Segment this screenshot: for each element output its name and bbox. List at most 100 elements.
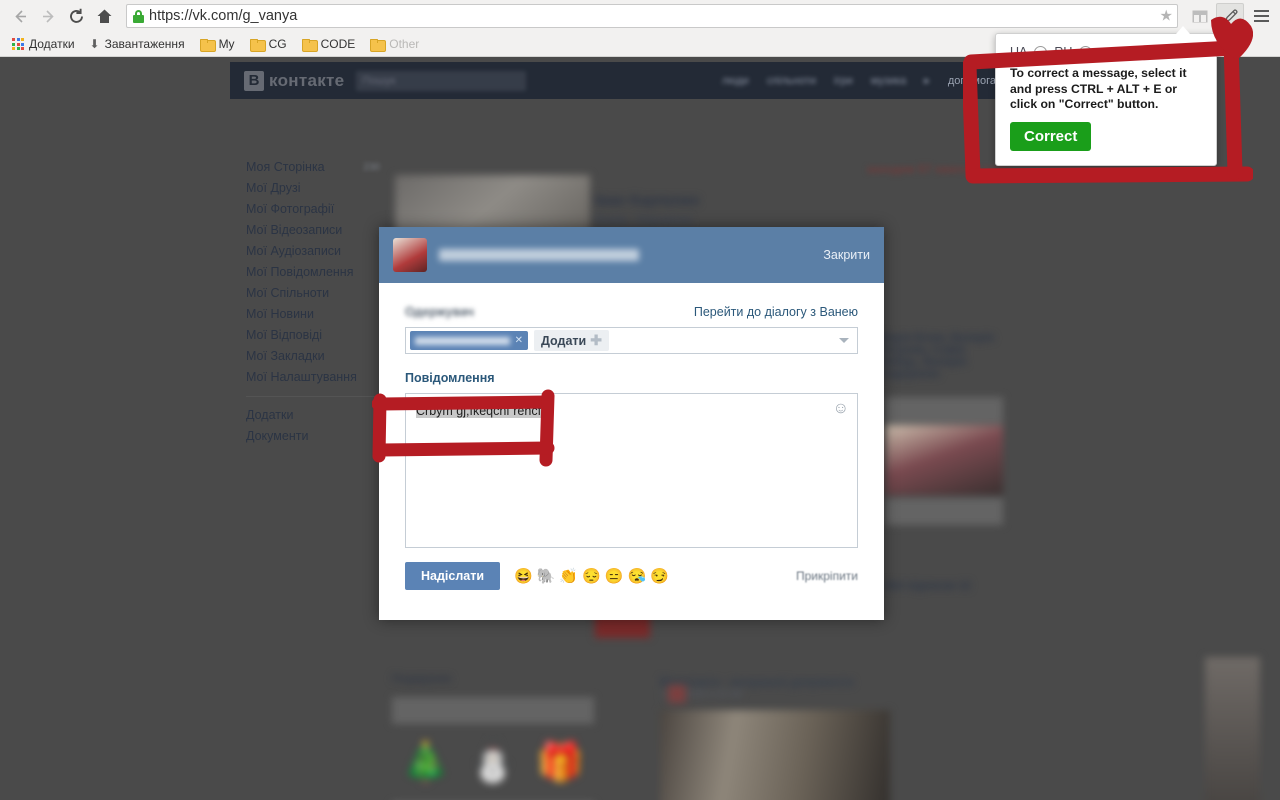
download-arrow-icon: ⬇ xyxy=(89,37,100,51)
sidebar-item-label: Мої Аудіозаписи xyxy=(246,244,342,258)
gift-present-icon[interactable]: 🎁 xyxy=(537,744,584,782)
message-textarea[interactable]: Crbym gj;fkeqcnf rehcfr ☺ xyxy=(405,393,858,548)
back-button[interactable] xyxy=(6,2,34,30)
bookmark-folder-code[interactable]: CODE xyxy=(296,35,362,53)
close-icon[interactable]: ✕ xyxy=(515,335,523,346)
smirking-emoji[interactable]: 😏 xyxy=(650,569,669,584)
modal-body: Одержувач Перейти до діалогу з Ванею ✕ Д… xyxy=(379,283,884,590)
folder-icon xyxy=(199,38,216,52)
wall-post-avatar xyxy=(668,685,686,703)
expressionless-emoji[interactable]: 😑 xyxy=(605,569,624,584)
reader-view-button[interactable] xyxy=(1186,3,1214,29)
lang-ru-radio[interactable] xyxy=(1079,45,1093,59)
forward-button[interactable] xyxy=(34,2,62,30)
pensive-emoji[interactable]: 😔 xyxy=(582,569,601,584)
sidebar-item-my-photos[interactable]: Мої Фотографії xyxy=(238,199,388,220)
chrome-menu-button[interactable] xyxy=(1248,3,1274,29)
sidebar-item-my-groups[interactable]: Мої Спільноти xyxy=(238,283,388,304)
goto-dialog-link[interactable]: Перейти до діалогу з Ванею xyxy=(694,305,858,319)
vk-nav-more[interactable]: ▸ xyxy=(924,74,930,87)
sidebar-item-my-news[interactable]: Мої Новини xyxy=(238,304,388,325)
grinning-squinting-emoji[interactable]: 😆 xyxy=(514,569,533,584)
vk-nav-groups[interactable]: спільноти xyxy=(767,75,816,87)
vk-logo[interactable]: В контакте xyxy=(244,70,345,91)
vk-search-input[interactable]: Пошук xyxy=(356,70,527,91)
chevron-down-icon[interactable] xyxy=(839,338,849,343)
message-text: Crbym gj;fkeqcnf rehcfr xyxy=(416,404,546,418)
lock-icon xyxy=(133,9,144,23)
vk-top-header: В контакте Пошук люди спільноти ігри муз… xyxy=(230,62,1010,99)
attach-link[interactable]: Прикріпити xyxy=(796,569,858,583)
vk-logo-text: контакте xyxy=(269,70,345,90)
sidebar-item-my-page[interactable]: 230 Моя Сторінка xyxy=(238,157,388,178)
bookmark-folder-cg[interactable]: CG xyxy=(244,35,293,53)
bookmark-apps[interactable]: Додатки xyxy=(6,35,81,53)
right-card-image[interactable] xyxy=(885,425,1003,495)
address-bar[interactable]: https://vk.com/g_vanya ★ xyxy=(126,4,1178,28)
apps-grid-icon xyxy=(12,38,24,50)
gift-snowman-icon[interactable]: ⛄ xyxy=(469,744,516,782)
pencil-eraser-extension-icon xyxy=(1223,9,1237,23)
modal-footer: Надіслати 😆 🐘 👏 😔 😑 😪 😏 Прикріпити xyxy=(405,562,858,590)
sidebar-item-my-videos[interactable]: Мої Відеозаписи xyxy=(238,220,388,241)
profile-friends-list: Марія Білик, Валерія Петрова, Софія Лебі… xyxy=(880,332,995,380)
screenshot-root: https://vk.com/g_vanya ★ Додатки ⬇ Заван… xyxy=(0,0,1280,800)
bookmark-star-icon[interactable]: ★ xyxy=(1160,9,1173,24)
sidebar-item-my-friends[interactable]: Мої Друзі xyxy=(238,178,388,199)
elephant-emoji[interactable]: 🐘 xyxy=(537,569,556,584)
avatar xyxy=(393,238,427,272)
sidebar-item-my-settings[interactable]: Мої Налаштування xyxy=(238,367,388,388)
folder-icon xyxy=(370,38,387,52)
sleepy-emoji[interactable]: 😪 xyxy=(627,569,646,584)
bookmark-folder-my[interactable]: My xyxy=(194,35,241,53)
recipient-chip[interactable]: ✕ xyxy=(410,331,528,350)
modal-title xyxy=(439,249,639,261)
recipient-row: Одержувач Перейти до діалогу з Ванею xyxy=(405,305,858,319)
vk-nav-help[interactable]: допомога xyxy=(948,75,996,87)
smiley-icon[interactable]: ☺ xyxy=(833,401,849,417)
wall-post-meta: 1 січ 2015 о 21:40 xyxy=(660,689,742,700)
recipient-input[interactable]: ✕ Додати ✚ xyxy=(405,327,858,354)
close-button[interactable]: Закрити xyxy=(823,248,870,262)
sidebar-item-my-audio[interactable]: Мої Аудіозаписи xyxy=(238,241,388,262)
modal-header: Закрити xyxy=(379,227,884,283)
lang-ru-label: RU xyxy=(1054,45,1073,59)
folder-icon xyxy=(301,38,318,52)
reload-button[interactable] xyxy=(62,2,90,30)
bookmark-folder-other[interactable]: Other xyxy=(364,35,425,53)
sidebar-item-my-messages[interactable]: Мої Повідомлення xyxy=(238,262,388,283)
new-message-modal: Закрити Одержувач Перейти до діалогу з В… xyxy=(379,227,884,620)
section-heading-above-gifts: Подарунки xyxy=(392,673,452,685)
bookmark-downloads[interactable]: ⬇ Завантаження xyxy=(84,35,191,53)
right-card-footer xyxy=(885,498,1003,525)
sidebar-item-my-answers[interactable]: Мої Відповіді xyxy=(238,325,388,346)
add-recipient-button[interactable]: Додати ✚ xyxy=(534,330,609,351)
vk-nav-people[interactable]: люди xyxy=(722,75,749,87)
sidebar-item-apps[interactable]: Додатки xyxy=(238,405,388,426)
language-selector: UA RU xyxy=(1010,45,1202,59)
wall-post-image[interactable] xyxy=(660,710,890,800)
vk-nav-games[interactable]: ігри xyxy=(834,75,853,87)
gift-christmas-tree-icon[interactable]: 🎄 xyxy=(402,744,449,782)
sidebar-item-label: Мої Налаштування xyxy=(246,370,357,384)
back-arrow-icon xyxy=(14,9,26,23)
plus-icon: ✚ xyxy=(590,332,602,348)
clapping-hands-emoji[interactable]: 👏 xyxy=(559,569,578,584)
sidebar-item-label: Мої Закладки xyxy=(246,349,325,363)
sidebar-item-label: Мої Фотографії xyxy=(246,202,335,216)
profile-name: Іван Карпенко xyxy=(595,192,700,209)
lang-ua-radio[interactable] xyxy=(1034,45,1048,59)
correct-extension-button[interactable] xyxy=(1216,3,1244,29)
wall-post: Вконтакте - вчорашні документи 1 січ 201… xyxy=(660,675,890,800)
sidebar-item-my-bookmarks[interactable]: Мої Закладки xyxy=(238,346,388,367)
bookmark-label: Завантаження xyxy=(104,37,185,51)
correct-button[interactable]: Correct xyxy=(1010,121,1092,151)
sidebar-item-documents[interactable]: Документи xyxy=(238,426,388,447)
right-column: Мої підписки 12 xyxy=(885,397,1003,592)
home-button[interactable] xyxy=(90,2,118,30)
folder-icon xyxy=(249,38,266,52)
instructions-text: To correct a message, select it and pres… xyxy=(1010,66,1187,111)
vk-nav-music[interactable]: музика xyxy=(871,75,907,87)
right-more-link[interactable]: Мої підписки 12 xyxy=(885,580,1003,592)
send-button[interactable]: Надіслати xyxy=(405,562,501,590)
